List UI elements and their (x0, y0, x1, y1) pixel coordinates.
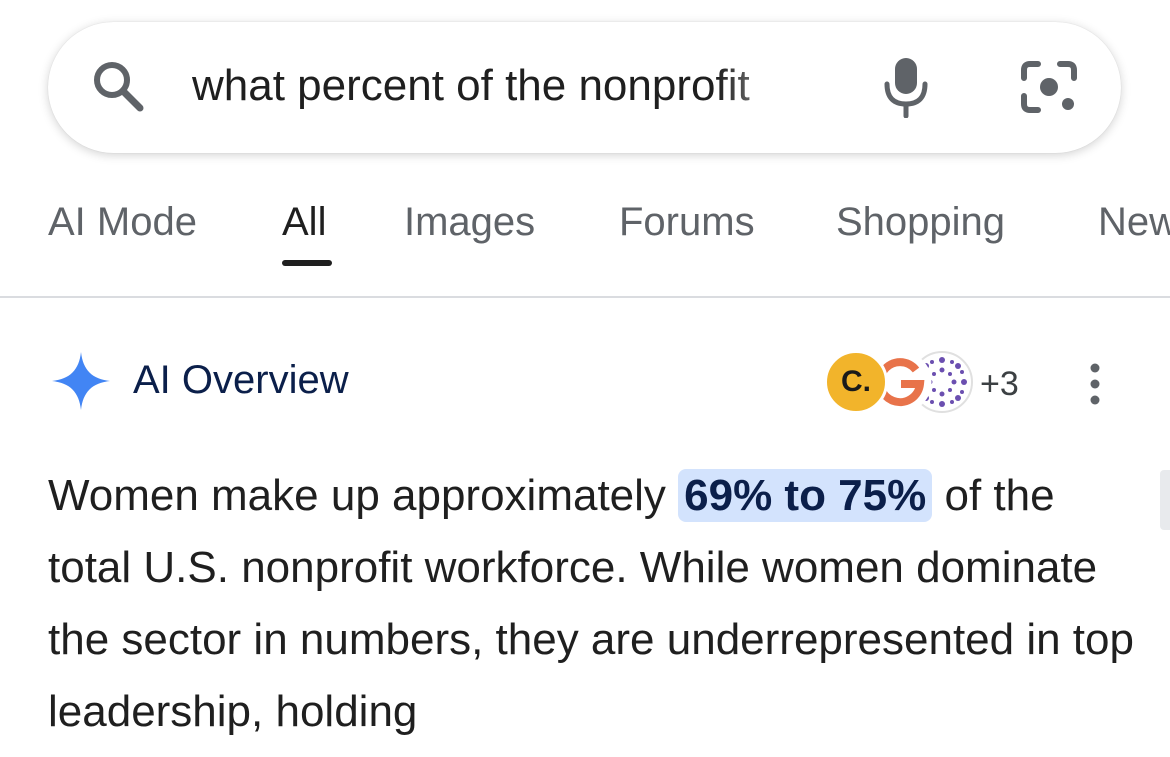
sparkle-icon (52, 352, 110, 410)
lens-icon[interactable] (1018, 58, 1080, 116)
source-avatar-c[interactable]: C. (824, 350, 888, 414)
ai-overview-text: Women make up approximately 69% to 75% o… (48, 460, 1138, 748)
tabs-divider (0, 296, 1170, 298)
search-icon[interactable] (90, 58, 146, 114)
mic-icon[interactable] (880, 56, 932, 118)
tab-all[interactable]: All (282, 198, 326, 246)
more-sources-count[interactable]: +3 (980, 364, 1019, 404)
tab-news[interactable]: New (1098, 198, 1170, 246)
active-tab-indicator (282, 260, 332, 266)
tab-images[interactable]: Images (404, 198, 535, 246)
tab-forums[interactable]: Forums (619, 198, 755, 246)
next-card-edge (1160, 470, 1170, 530)
search-tabs: AI Mode All Images Forums Shopping New (0, 190, 1170, 298)
ai-overview-title: AI Overview (133, 358, 349, 402)
ai-text-lead: Women make up approximately (48, 471, 679, 520)
tab-ai-mode[interactable]: AI Mode (48, 198, 197, 246)
tab-shopping[interactable]: Shopping (836, 198, 1005, 246)
search-input[interactable]: what percent of the nonprofit (192, 60, 832, 112)
more-options-icon[interactable] (1084, 362, 1106, 406)
search-results-page: what percent of the nonprofit AI Mode Al… (0, 0, 1170, 757)
highlighted-answer: 69% to 75% (678, 469, 933, 522)
source-avatars[interactable]: C. +3 (824, 346, 1034, 416)
